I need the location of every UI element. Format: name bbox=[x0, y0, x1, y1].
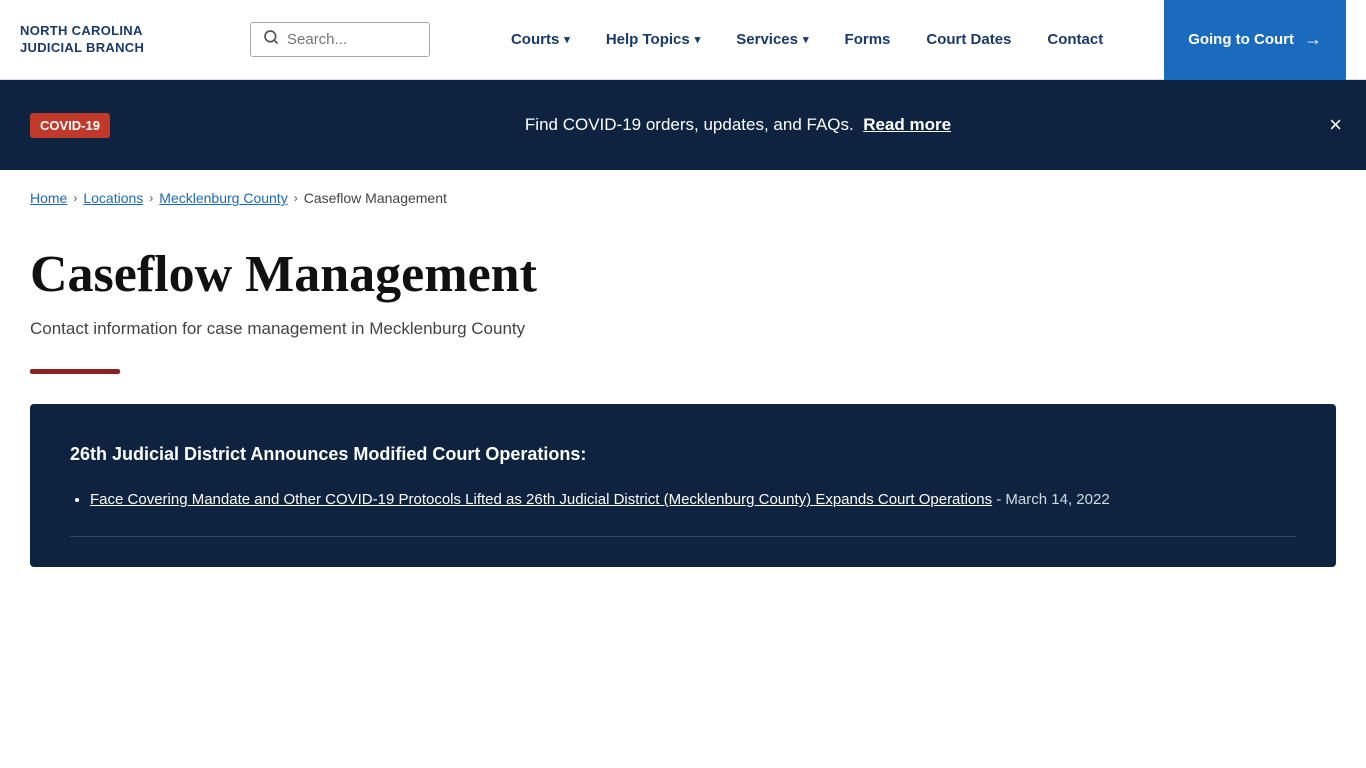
main-content: Caseflow Management Contact information … bbox=[0, 226, 1366, 627]
covid-banner-text: Find COVID-19 orders, updates, and FAQs.… bbox=[140, 115, 1336, 135]
breadcrumb-mecklenburg[interactable]: Mecklenburg County bbox=[159, 190, 287, 206]
breadcrumb: Home › Locations › Mecklenburg County › … bbox=[0, 170, 1366, 226]
site-header: NORTH CAROLINA JUDICIAL BRANCH Courts ▾ … bbox=[0, 0, 1366, 80]
breadcrumb-current: Caseflow Management bbox=[304, 190, 447, 206]
page-subtitle: Contact information for case management … bbox=[30, 319, 1336, 339]
info-box-date: - March 14, 2022 bbox=[996, 491, 1109, 508]
logo-text: NORTH CAROLINA JUDICIAL BRANCH bbox=[20, 23, 144, 57]
info-box-title: 26th Judicial District Announces Modifie… bbox=[70, 444, 1296, 465]
info-box-link[interactable]: Face Covering Mandate and Other COVID-19… bbox=[90, 491, 992, 508]
nav-item-contact[interactable]: Contact bbox=[1029, 0, 1121, 80]
going-to-court-button[interactable]: Going to Court → bbox=[1164, 0, 1346, 80]
breadcrumb-chevron: › bbox=[294, 191, 298, 205]
breadcrumb-locations[interactable]: Locations bbox=[83, 190, 143, 206]
breadcrumb-home[interactable]: Home bbox=[30, 190, 67, 206]
close-banner-button[interactable]: × bbox=[1329, 114, 1342, 136]
info-box-divider bbox=[70, 536, 1296, 537]
covid-banner: COVID-19 Find COVID-19 orders, updates, … bbox=[0, 80, 1366, 170]
list-item: Face Covering Mandate and Other COVID-19… bbox=[90, 489, 1296, 512]
logo-area[interactable]: NORTH CAROLINA JUDICIAL BRANCH bbox=[20, 23, 230, 57]
page-title: Caseflow Management bbox=[30, 246, 1336, 303]
section-divider bbox=[30, 369, 120, 374]
covid-read-more-link[interactable]: Read more bbox=[863, 115, 951, 134]
arrow-right-icon: → bbox=[1304, 29, 1322, 50]
search-icon bbox=[263, 29, 279, 50]
nav-item-services[interactable]: Services ▾ bbox=[718, 0, 826, 80]
nav-item-court-dates[interactable]: Court Dates bbox=[908, 0, 1029, 80]
nav-item-help-topics[interactable]: Help Topics ▾ bbox=[588, 0, 718, 80]
chevron-down-icon: ▾ bbox=[564, 33, 570, 46]
nav-item-courts[interactable]: Courts ▾ bbox=[493, 0, 588, 80]
info-box-list: Face Covering Mandate and Other COVID-19… bbox=[70, 489, 1296, 512]
search-input[interactable] bbox=[287, 31, 417, 48]
main-nav: Courts ▾ Help Topics ▾ Services ▾ Forms … bbox=[450, 0, 1164, 80]
nav-item-forms[interactable]: Forms bbox=[827, 0, 909, 80]
chevron-down-icon: ▾ bbox=[803, 33, 809, 46]
covid-badge: COVID-19 bbox=[30, 113, 110, 138]
breadcrumb-chevron: › bbox=[149, 191, 153, 205]
breadcrumb-chevron: › bbox=[73, 191, 77, 205]
search-area[interactable] bbox=[250, 22, 430, 57]
chevron-down-icon: ▾ bbox=[695, 33, 701, 46]
info-box: 26th Judicial District Announces Modifie… bbox=[30, 404, 1336, 567]
